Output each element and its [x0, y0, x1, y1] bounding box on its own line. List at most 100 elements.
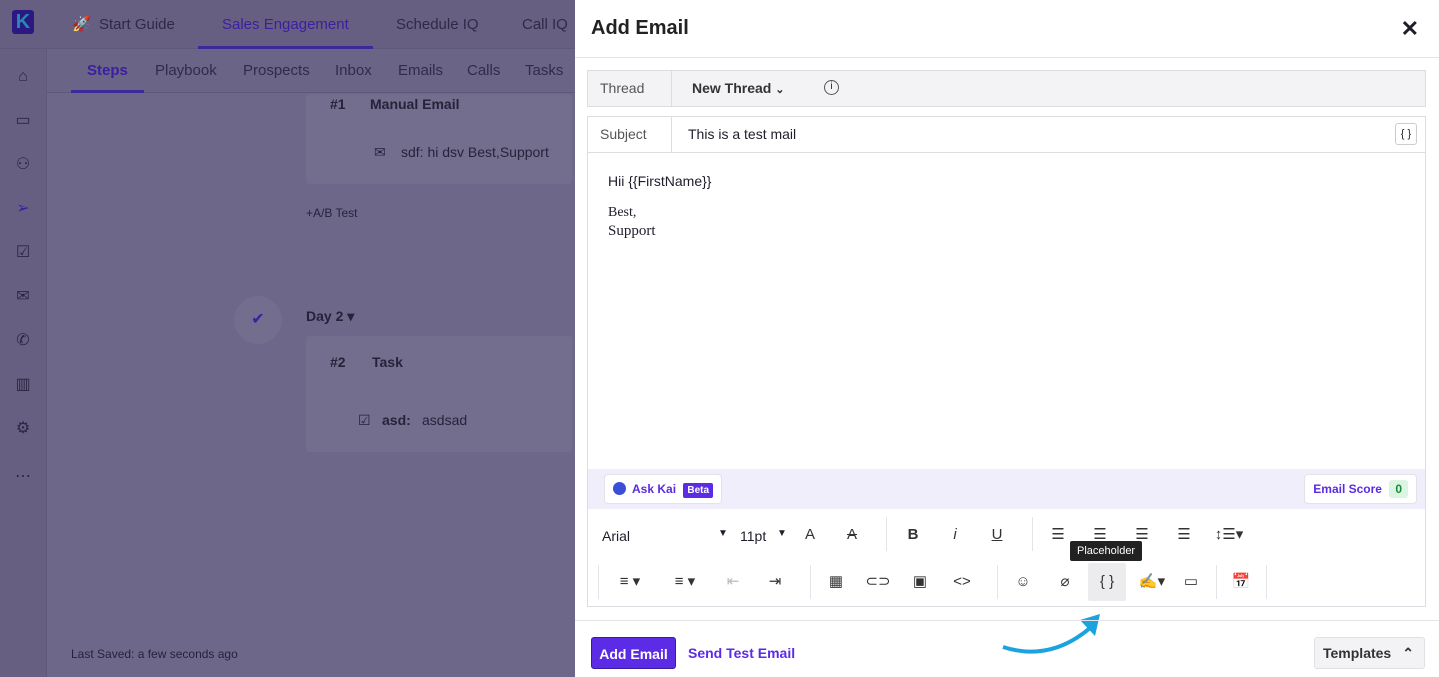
chart-icon[interactable]: ▥ [12, 374, 34, 396]
ask-kai-button[interactable]: Ask Kai Beta [604, 474, 723, 504]
subject-input[interactable]: This is a test mail [688, 117, 1388, 152]
code-icon[interactable]: <> [947, 567, 977, 597]
drawer-title: Add Email [591, 17, 689, 39]
divider [575, 57, 1439, 58]
tab-schedule-iq[interactable]: Schedule IQ [396, 0, 479, 49]
divider [1216, 565, 1217, 599]
align-left-icon[interactable]: ☰ [1043, 520, 1073, 550]
email-editor: Hii {{FirstName}} Best, Support Ask Kai … [587, 153, 1426, 607]
body-line: Support [608, 223, 656, 239]
close-icon[interactable]: ✕ [1401, 16, 1419, 42]
indent-icon[interactable]: ⇥ [760, 567, 790, 597]
divider [1032, 517, 1033, 551]
tab-emails[interactable]: Emails [398, 49, 443, 93]
clipboard-icon[interactable]: ☑ [12, 242, 34, 264]
tab-call-iq[interactable]: Call IQ [522, 0, 568, 49]
email-body[interactable]: Hii {{FirstName}} Best, Support [608, 173, 711, 240]
font-select[interactable]: Arial ▼ [602, 528, 728, 544]
divider [997, 565, 998, 599]
info-icon[interactable]: i [824, 80, 839, 95]
add-email-drawer: Add Email ✕ Thread New Thread ⌄ i Subjec… [575, 0, 1439, 677]
link-icon[interactable]: ⊂⊃ [863, 567, 893, 597]
email-score-label: Email Score [1313, 482, 1382, 496]
mail-icon: ✉ [374, 144, 386, 160]
italic-icon[interactable]: i [940, 520, 970, 550]
divider [886, 517, 887, 551]
inbox-icon[interactable]: ▭ [12, 110, 34, 132]
thread-value: New Thread [692, 80, 772, 96]
day-label: Day 2 [306, 308, 344, 324]
step-number: #1 [330, 96, 346, 112]
ordered-list-icon[interactable]: ≡ ▾ [608, 567, 652, 597]
step-type: Task [372, 354, 403, 370]
bullet-list-icon[interactable]: ≡ ▾ [663, 567, 707, 597]
step-type[interactable]: Manual Email [370, 96, 459, 112]
tab-start-guide[interactable]: Start Guide [99, 0, 175, 49]
mail-icon[interactable]: ✉ [12, 286, 34, 308]
divider [810, 565, 811, 599]
gear-icon[interactable]: ⚙ [12, 418, 34, 440]
font-value: Arial [602, 528, 631, 544]
tab-steps[interactable]: Steps [71, 49, 144, 93]
templates-label: Templates [1323, 645, 1392, 661]
app-logo: K [12, 10, 34, 34]
phone-icon[interactable]: ✆ [12, 330, 34, 352]
placeholder-button[interactable]: { } [1088, 563, 1126, 601]
align-right-icon[interactable]: ☰ [1169, 520, 1199, 550]
line-height-icon[interactable]: ↕☰▾ [1209, 520, 1249, 550]
tab-inbox[interactable]: Inbox [335, 49, 372, 93]
step-card-2: #2 Task ☑ asd: asdsad [306, 336, 572, 452]
calendar-check-icon: ☑ [358, 412, 371, 428]
templates-button[interactable]: Templates ⌃ [1314, 637, 1425, 669]
placeholder-icon[interactable]: { } [1395, 123, 1417, 145]
attachment-icon[interactable]: ⌀ [1050, 567, 1080, 597]
body-line: Best, [608, 205, 637, 220]
email-score-value: 0 [1389, 480, 1408, 498]
tab-calls[interactable]: Calls [467, 49, 500, 93]
emoji-icon[interactable]: ☺ [1008, 567, 1038, 597]
image-icon[interactable]: ▣ [905, 567, 935, 597]
tab-tasks[interactable]: Tasks [525, 49, 563, 93]
divider [1266, 565, 1267, 599]
underline-icon[interactable]: U [982, 520, 1012, 550]
subject-label: Subject [588, 117, 672, 152]
clear-format-icon[interactable]: A [837, 520, 867, 550]
users-icon[interactable]: ⚇ [12, 154, 34, 176]
tab-sales-engagement[interactable]: Sales Engagement [198, 0, 373, 49]
chevron-up-icon: ⌃ [1402, 645, 1414, 661]
ab-test-link[interactable]: +A/B Test [306, 206, 357, 220]
more-icon[interactable]: ⋯ [12, 466, 34, 488]
divider [575, 620, 1439, 621]
subject-row: Subject This is a test mail { } [587, 116, 1426, 153]
last-saved-status: Last Saved: a few seconds ago [71, 647, 238, 661]
home-icon[interactable]: ⌂ [12, 66, 34, 88]
email-score[interactable]: Email Score 0 [1304, 474, 1417, 504]
video-icon[interactable]: ▭ [1176, 567, 1206, 597]
font-size-select[interactable]: 11pt ▼ [740, 528, 790, 544]
font-color-icon[interactable]: A [795, 520, 825, 550]
tab-playbook[interactable]: Playbook [155, 49, 217, 93]
task-icon: ✔ [234, 296, 282, 344]
calendar-add-icon[interactable]: 📅 [1226, 567, 1256, 597]
chevron-down-icon: ⌄ [775, 84, 785, 96]
bold-icon[interactable]: B [898, 520, 928, 550]
ask-kai-label: Ask Kai [632, 482, 677, 496]
task-name[interactable]: asdsad [422, 412, 467, 428]
tab-prospects[interactable]: Prospects [243, 49, 310, 93]
outdent-icon[interactable]: ⇤ [718, 567, 748, 597]
send-test-email-link[interactable]: Send Test Email [688, 645, 795, 661]
thread-select[interactable]: New Thread ⌄ [692, 71, 784, 108]
add-email-button[interactable]: Add Email [591, 637, 676, 669]
send-icon[interactable]: ➢ [12, 198, 34, 220]
placeholder-tooltip: Placeholder [1070, 541, 1143, 561]
thread-label: Thread [588, 71, 672, 106]
body-line: Hii {{FirstName}} [608, 173, 712, 189]
step-email[interactable]: sdf: hi dsv Best,Support [401, 144, 549, 160]
sidebar: ⌂ ▭ ⚇ ➢ ☑ ✉ ✆ ▥ ⚙ ⋯ [0, 49, 47, 677]
arrow-annotation [1002, 614, 1100, 654]
signature-icon[interactable]: ✍▾ [1134, 567, 1170, 597]
day-2-toggle[interactable]: Day 2 ▾ [306, 308, 354, 325]
kai-icon [613, 482, 626, 495]
thread-row: Thread New Thread ⌄ i [587, 70, 1426, 107]
table-icon[interactable]: ▦ [821, 567, 851, 597]
